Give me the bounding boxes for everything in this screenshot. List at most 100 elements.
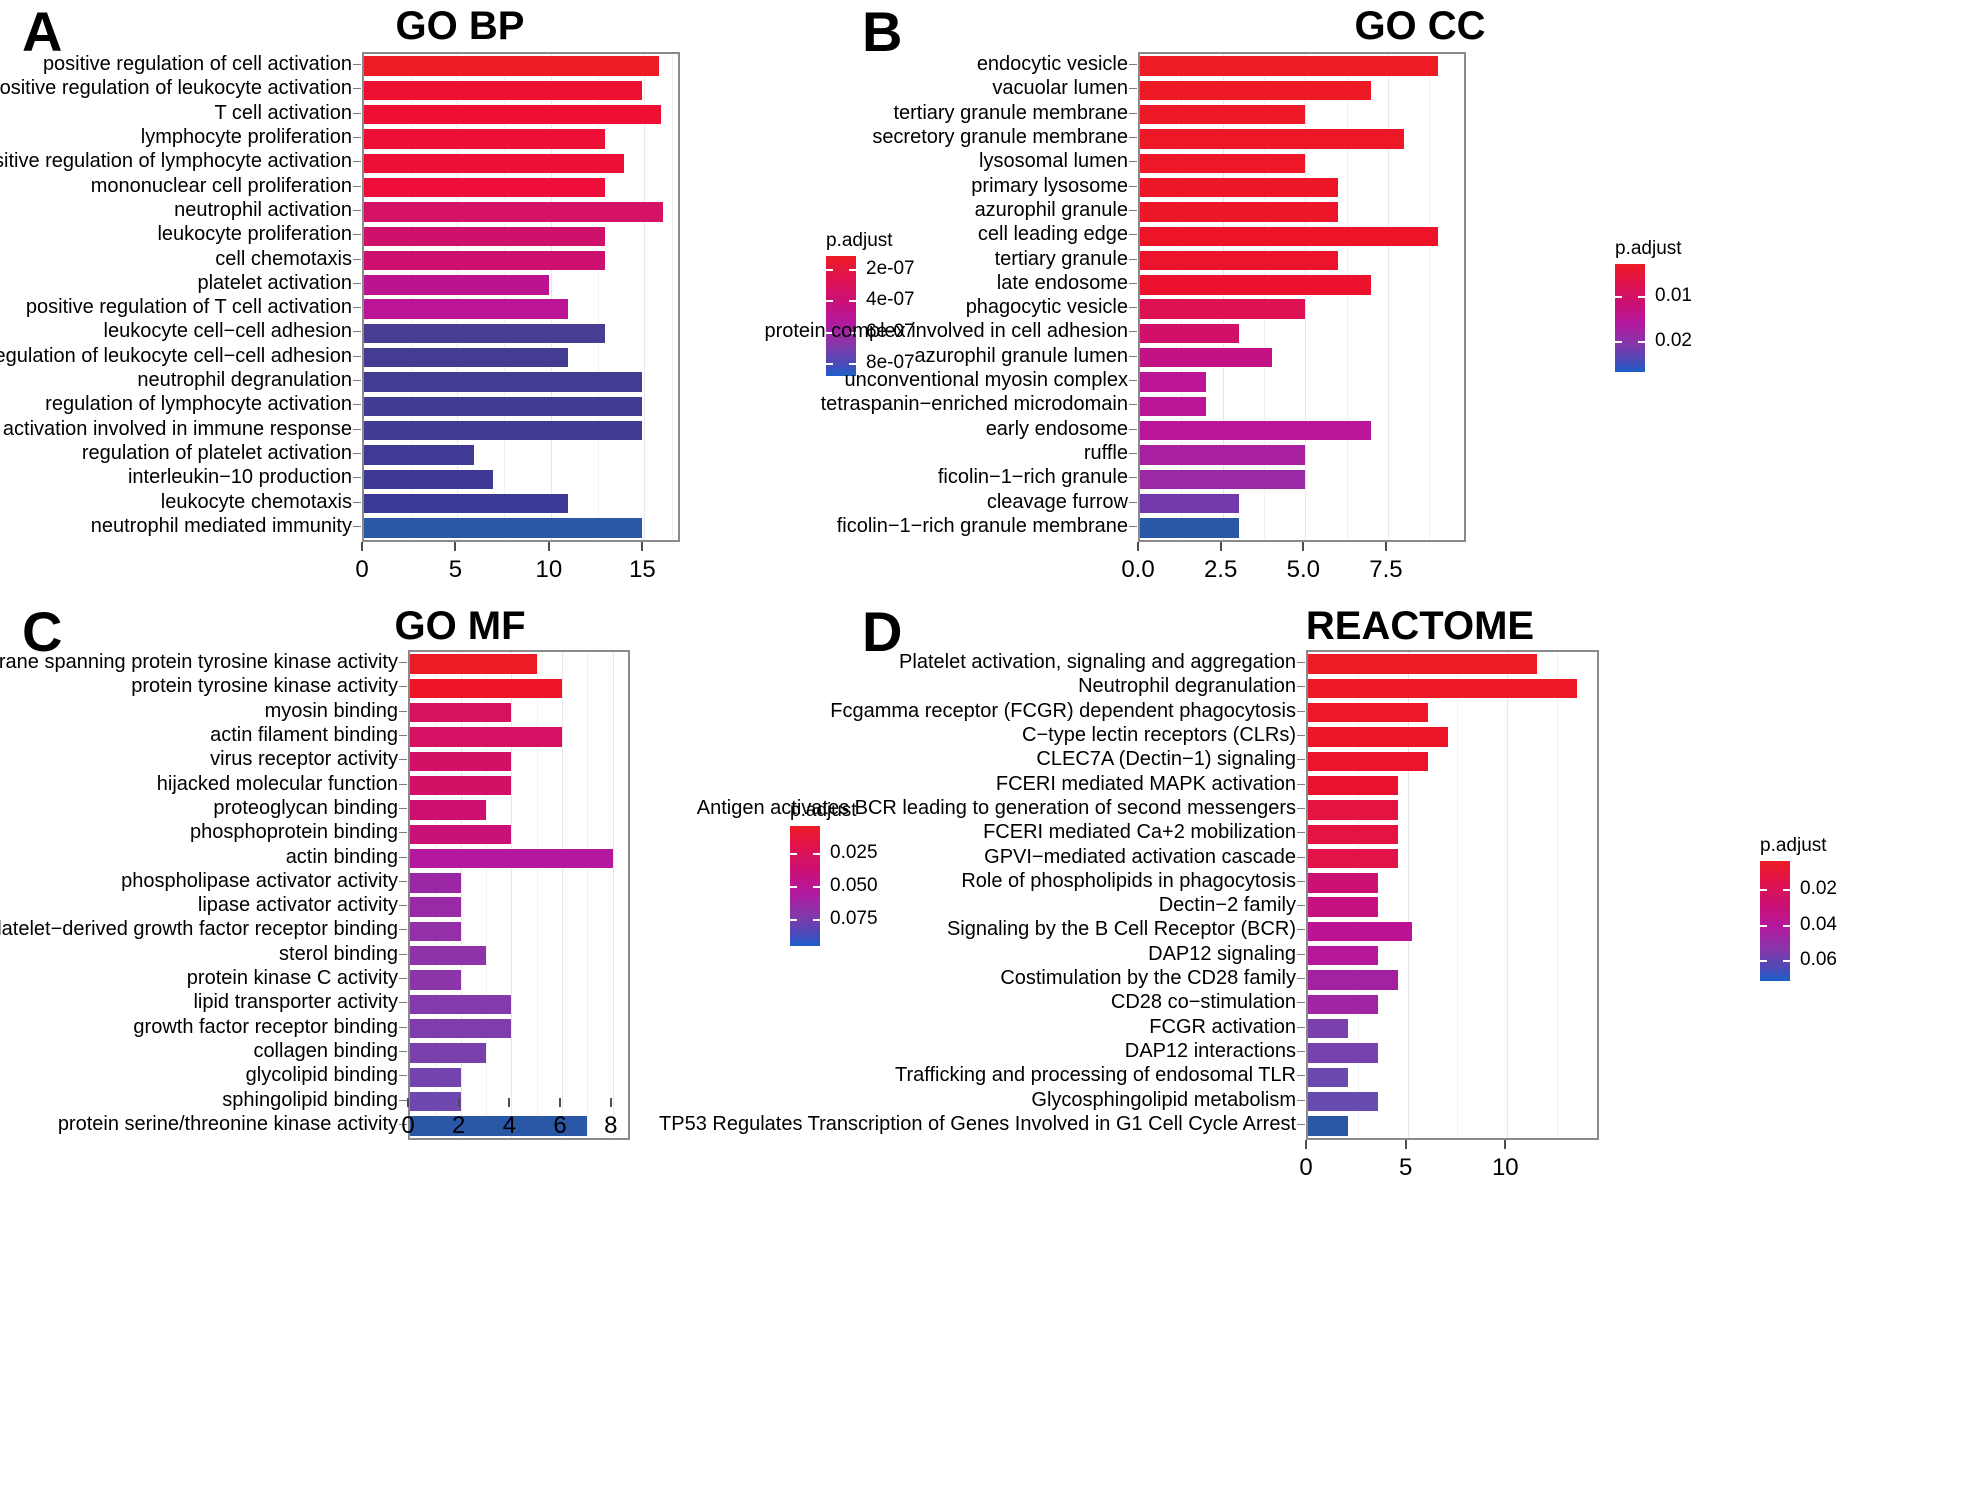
bar <box>364 299 568 319</box>
category-label: late endosome <box>996 271 1128 294</box>
legend-tick <box>826 300 833 303</box>
panel-c-title: GO MF <box>394 604 526 648</box>
bar <box>1308 751 1428 772</box>
bar-row <box>410 775 628 796</box>
bar-row <box>364 250 678 271</box>
axis-tick-mark <box>399 1002 407 1004</box>
panel-a-category-labels: positive regulation of cell activation po… <box>0 52 361 542</box>
category-label: positive regulation of leukocyte cell−ce… <box>0 344 352 367</box>
legend-tick <box>1783 924 1790 927</box>
axis-tick-mark <box>1129 477 1137 479</box>
axis-tick-mark <box>1129 234 1137 236</box>
category-label: myosin binding <box>264 699 398 722</box>
category-label: Glycosphingolipid metabolism <box>1031 1088 1296 1111</box>
x-axis-tick-label: 5 <box>448 556 463 583</box>
axis-tick-mark <box>353 64 361 66</box>
bar-row <box>1140 80 1464 101</box>
bar <box>410 800 487 820</box>
panel-d-plot <box>1306 650 1599 1140</box>
bar <box>364 469 493 489</box>
axis-tick-mark <box>353 234 361 236</box>
axis-tick-mark <box>1129 112 1137 114</box>
category-label: glycolipid binding <box>245 1064 398 1087</box>
panel-b-x-axis: 0.0 2.5 5.0 7.5 <box>1121 542 1466 583</box>
category-label: DAP12 signaling <box>1148 942 1296 965</box>
axis-tick-mark <box>353 282 361 284</box>
axis-tick-mark <box>399 1075 407 1077</box>
axis-tick-mark <box>399 905 407 907</box>
category-label: positive regulation of lymphocyte activa… <box>0 150 352 173</box>
legend-tick <box>1638 295 1645 298</box>
axis-tick-mark <box>1129 307 1137 309</box>
x-axis-tick-label: 15 <box>628 556 656 583</box>
category-label: Antigen activates BCR leading to generat… <box>696 796 1296 819</box>
axis-tick-mark <box>399 929 407 931</box>
gridline-major <box>1305 54 1307 540</box>
bar <box>1308 678 1578 699</box>
panel-b-letter: B <box>862 0 903 63</box>
bar <box>1140 469 1306 489</box>
legend-title: p.adjust <box>826 230 893 251</box>
category-label: tertiary granule membrane <box>893 101 1128 124</box>
axis-tick-mark <box>399 759 407 761</box>
bar <box>1308 1116 1348 1136</box>
legend-tick <box>1638 340 1645 343</box>
category-label: neutrophil mediated immunity <box>90 514 352 537</box>
bar-row <box>1140 323 1464 344</box>
axis-tick-mark <box>353 331 361 333</box>
bar <box>1140 153 1306 174</box>
axis-tick-mark <box>353 258 361 260</box>
axis-tick-mark <box>1129 428 1137 430</box>
bar <box>410 654 537 674</box>
bar-row <box>1140 348 1464 368</box>
bar-row <box>364 177 678 198</box>
bar-row <box>410 703 628 723</box>
bar-row <box>1140 469 1464 489</box>
bar-row <box>1140 226 1464 246</box>
bar <box>410 1043 487 1063</box>
bar <box>1140 129 1405 149</box>
bar <box>410 751 512 772</box>
axis-tick-mark <box>399 662 407 664</box>
legend-label: 0.06 <box>1800 948 1837 970</box>
category-label: platelet activation <box>197 271 352 294</box>
x-axis-tick <box>1305 1140 1307 1149</box>
bar-row <box>1308 921 1597 942</box>
x-axis-tick-label: 2 <box>452 1112 466 1139</box>
x-axis-tick <box>1302 542 1305 551</box>
axis-tick-mark <box>399 735 407 737</box>
bar-row <box>1140 420 1464 441</box>
category-label: regulation of lymphocyte activation <box>45 393 352 416</box>
legend-title: p.adjust <box>1615 238 1682 259</box>
bar-row <box>1308 775 1597 796</box>
axis-tick-mark <box>399 1026 407 1028</box>
panel-b-title: GO CC <box>1354 4 1486 48</box>
legend-tick <box>1615 340 1622 343</box>
category-label: neutrophil activation involved in immune… <box>0 417 352 440</box>
axis-tick-mark <box>399 880 407 882</box>
category-label: interleukin−10 production <box>127 466 352 489</box>
axis-tick-mark <box>1297 807 1305 809</box>
bar-row <box>364 420 678 441</box>
category-label: T cell activation <box>214 101 352 124</box>
axis-tick-mark <box>1129 185 1137 187</box>
bar-row <box>1308 970 1597 990</box>
axis-tick-mark <box>1129 355 1137 357</box>
bar <box>410 703 512 723</box>
bar <box>364 348 568 368</box>
category-label: Dectin−2 family <box>1158 894 1296 917</box>
category-label: FCGR activation <box>1149 1015 1296 1038</box>
bar-row <box>1308 824 1597 844</box>
bar <box>1140 396 1207 417</box>
axis-tick-mark <box>1129 501 1137 503</box>
panel-a-plot <box>362 52 680 542</box>
axis-tick-mark <box>399 807 407 809</box>
x-axis-tick-label: 2.5 <box>1203 556 1238 583</box>
bar <box>1140 299 1306 319</box>
bar-row <box>364 80 678 101</box>
category-label: neutrophil activation <box>174 198 352 221</box>
legend-colorbar <box>1760 861 1790 981</box>
bar-row <box>1308 1018 1597 1039</box>
bar <box>410 824 512 844</box>
bar-row <box>1140 105 1464 125</box>
